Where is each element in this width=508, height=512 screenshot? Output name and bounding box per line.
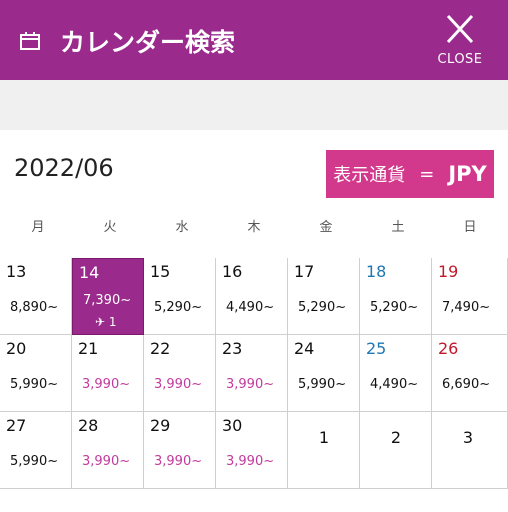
header-bar: カレンダー検索 CLOSE bbox=[0, 0, 508, 80]
day-number: 28 bbox=[78, 416, 99, 435]
day-number: 23 bbox=[222, 339, 243, 358]
day-cell[interactable]: 19 7,490~ bbox=[432, 258, 508, 335]
day-number: 15 bbox=[150, 262, 171, 281]
weekday-fri: 金 bbox=[319, 220, 333, 235]
day-price: 3,990~ bbox=[226, 377, 275, 392]
day-cell-next-month[interactable]: 3 bbox=[432, 412, 508, 489]
day-cell[interactable]: 29 3,990~ bbox=[144, 412, 216, 489]
day-price: 5,290~ bbox=[154, 300, 203, 315]
day-cell-selected[interactable]: 14 7,390~ ✈ 1 bbox=[72, 258, 144, 335]
day-cell[interactable]: 26 6,690~ bbox=[432, 335, 508, 412]
day-cell[interactable]: 30 3,990~ bbox=[216, 412, 288, 489]
day-number: 22 bbox=[150, 339, 171, 358]
weekday-mon: 月 bbox=[31, 220, 45, 235]
day-number: 21 bbox=[78, 339, 99, 358]
day-number: 14 bbox=[79, 263, 100, 282]
day-number: 27 bbox=[6, 416, 27, 435]
day-cell[interactable]: 13 8,890~ bbox=[0, 258, 72, 335]
day-cell[interactable]: 24 5,990~ bbox=[288, 335, 360, 412]
day-price: 5,290~ bbox=[370, 300, 419, 315]
day-cell[interactable]: 27 5,990~ bbox=[0, 412, 72, 489]
day-cell[interactable]: 28 3,990~ bbox=[72, 412, 144, 489]
day-price: 4,490~ bbox=[226, 300, 275, 315]
close-icon bbox=[446, 14, 474, 44]
day-cell[interactable]: 18 5,290~ bbox=[360, 258, 432, 335]
day-price: 4,490~ bbox=[370, 377, 419, 392]
day-price: 6,690~ bbox=[442, 377, 491, 392]
weekday-sat: 土 bbox=[391, 220, 405, 235]
day-number: 24 bbox=[294, 339, 315, 358]
page-title: カレンダー検索 bbox=[60, 28, 236, 57]
weekday-thu: 木 bbox=[247, 220, 261, 235]
day-number: 20 bbox=[6, 339, 27, 358]
currency-equals: = bbox=[419, 163, 435, 185]
weekday-wed: 水 bbox=[175, 220, 189, 235]
day-price: 3,990~ bbox=[82, 377, 131, 392]
day-cell[interactable]: 25 4,490~ bbox=[360, 335, 432, 412]
day-number: 3 bbox=[462, 428, 474, 447]
month-label: 2022/06 bbox=[14, 154, 114, 182]
day-number: 1 bbox=[318, 428, 330, 447]
day-cell[interactable]: 17 5,290~ bbox=[288, 258, 360, 335]
calendar-icon bbox=[20, 32, 40, 50]
day-price: 7,390~ bbox=[83, 293, 132, 308]
day-price: 5,990~ bbox=[10, 377, 59, 392]
day-number: 19 bbox=[438, 262, 459, 281]
day-number: 26 bbox=[438, 339, 459, 358]
day-cell[interactable]: 16 4,490~ bbox=[216, 258, 288, 335]
day-cell-next-month[interactable]: 1 bbox=[288, 412, 360, 489]
day-price: 7,490~ bbox=[442, 300, 491, 315]
toolbar-area bbox=[0, 80, 508, 130]
day-number: 30 bbox=[222, 416, 243, 435]
day-cell[interactable]: 22 3,990~ bbox=[144, 335, 216, 412]
day-number: 29 bbox=[150, 416, 171, 435]
day-number: 25 bbox=[366, 339, 387, 358]
day-number: 16 bbox=[222, 262, 243, 281]
currency-label: 表示通貨 bbox=[333, 165, 406, 186]
day-price: 5,990~ bbox=[10, 454, 59, 469]
day-number: 17 bbox=[294, 262, 315, 281]
day-cell[interactable]: 23 3,990~ bbox=[216, 335, 288, 412]
flight-count: ✈ 1 bbox=[95, 315, 117, 329]
day-price: 5,290~ bbox=[298, 300, 347, 315]
weekday-tue: 火 bbox=[103, 220, 117, 235]
day-cell-next-month[interactable]: 2 bbox=[360, 412, 432, 489]
weekday-header: 月 火 水 木 金 土 日 bbox=[0, 216, 508, 242]
day-number: 18 bbox=[366, 262, 387, 281]
close-button[interactable]: CLOSE bbox=[436, 12, 484, 72]
day-cell[interactable]: 20 5,990~ bbox=[0, 335, 72, 412]
close-label: CLOSE bbox=[437, 52, 483, 67]
day-price: 3,990~ bbox=[154, 377, 203, 392]
day-number: 13 bbox=[6, 262, 27, 281]
day-number: 2 bbox=[390, 428, 402, 447]
currency-code: JPY bbox=[448, 162, 487, 186]
day-price: 3,990~ bbox=[82, 454, 131, 469]
day-cell[interactable]: 21 3,990~ bbox=[72, 335, 144, 412]
day-price: 3,990~ bbox=[226, 454, 275, 469]
currency-button[interactable]: 表示通貨 = JPY bbox=[326, 150, 494, 198]
day-price: 3,990~ bbox=[154, 454, 203, 469]
weekday-sun: 日 bbox=[463, 220, 477, 235]
day-price: 8,890~ bbox=[10, 300, 59, 315]
day-price: 5,990~ bbox=[298, 377, 347, 392]
day-cell[interactable]: 15 5,290~ bbox=[144, 258, 216, 335]
